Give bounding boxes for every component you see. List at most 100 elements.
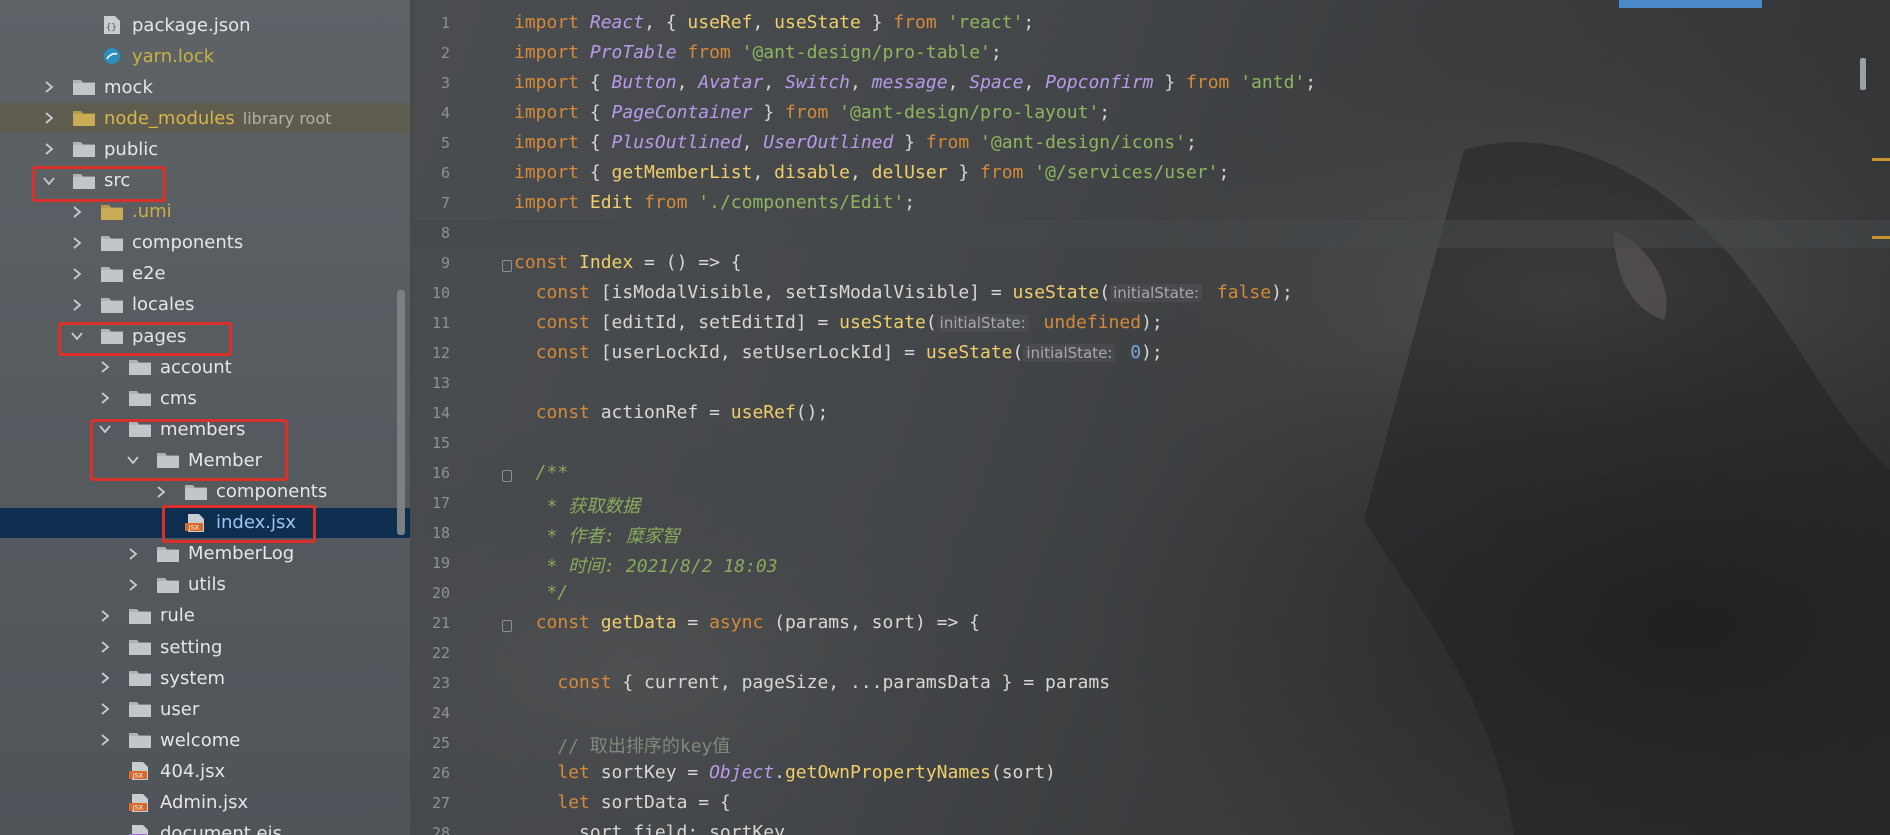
code-line[interactable]: let sortKey = Object.getOwnPropertyNames…: [514, 762, 1056, 783]
code-line[interactable]: const Index = () => {: [514, 252, 742, 273]
line-number-gutter: 1 2 3 4 5 6 7 8 9 10 11 12 13 14 15 16 17 18 19 20 21 22 23 24 2…: [414, 0, 512, 835]
tree-item-locales[interactable]: locales: [0, 290, 410, 320]
tree-item-components[interactable]: components: [0, 228, 410, 258]
svg-text:JSX: JSX: [132, 803, 144, 811]
line-number: 11: [431, 314, 450, 332]
code-line[interactable]: import { PageContainer } from '@ant-desi…: [514, 102, 1110, 123]
code-line[interactable]: // 取出排序的key值: [514, 732, 730, 758]
error-stripe-mark[interactable]: [1872, 236, 1890, 239]
code-line[interactable]: const [editId, setEditId] = useState(ini…: [514, 312, 1163, 333]
code-line[interactable]: import ProTable from '@ant-design/pro-ta…: [514, 42, 1002, 63]
chevron-right-icon[interactable]: [96, 700, 114, 718]
fold-marker-icon[interactable]: [502, 620, 512, 632]
tree-item-label: mock: [104, 76, 153, 98]
tree-item-label: node_modules: [104, 107, 235, 129]
chevron-right-icon[interactable]: [68, 203, 86, 221]
code-line[interactable]: const { current, pageSize, ...paramsData…: [514, 672, 1110, 693]
code-editor[interactable]: 1 2 3 4 5 6 7 8 9 10 11 12 13 14 15 16 17 18 19 20 21 22 23 24 2…: [414, 0, 1890, 835]
tree-item-rule[interactable]: rule: [0, 601, 410, 631]
svg-text:{}: {}: [106, 23, 117, 33]
chevron-right-icon[interactable]: [96, 607, 114, 625]
tree-item-document-ejs[interactable]: document.ejs: [0, 819, 410, 835]
tree-item-label: user: [160, 698, 200, 720]
current-line-highlight: [414, 220, 1890, 248]
active-tab-indicator[interactable]: [1619, 0, 1762, 8]
chevron-right-icon[interactable]: [152, 483, 170, 501]
tree-item-account[interactable]: account: [0, 352, 410, 382]
code-line[interactable]: * 作者: 糜家智: [514, 522, 680, 548]
tree-item-welcome[interactable]: welcome: [0, 725, 410, 755]
json-file-icon: {}: [100, 15, 124, 35]
tree-item-404-jsx[interactable]: JSX 404.jsx: [0, 756, 410, 786]
line-number: 18: [431, 524, 450, 542]
tree-item-components[interactable]: components: [0, 477, 410, 507]
fold-marker-icon[interactable]: [502, 470, 512, 482]
tree-item-user[interactable]: user: [0, 694, 410, 724]
line-number: 9: [440, 254, 450, 272]
tree-item-e2e[interactable]: e2e: [0, 259, 410, 289]
tree-item-node-modules[interactable]: node_modules library root: [0, 103, 410, 134]
fold-marker-icon[interactable]: [502, 260, 512, 272]
code-line[interactable]: * 时间: 2021/8/2 18:03: [514, 552, 778, 578]
folder-icon: [156, 575, 180, 595]
code-line[interactable]: import Edit from './components/Edit';: [514, 192, 915, 213]
chevron-right-icon[interactable]: [124, 545, 142, 563]
line-number: 16: [431, 464, 450, 482]
code-line[interactable]: import { getMemberList, disable, delUser…: [514, 162, 1229, 183]
code-line[interactable]: /**: [514, 462, 569, 483]
editor-scrollbar[interactable]: [1860, 58, 1866, 90]
tree-item-label: locales: [132, 294, 195, 316]
tree-item-utils[interactable]: utils: [0, 570, 410, 600]
code-line[interactable]: let sortData = {: [514, 792, 730, 813]
error-stripe-mark[interactable]: [1872, 158, 1890, 161]
code-line[interactable]: * 获取数据: [514, 492, 641, 518]
chevron-right-icon[interactable]: [124, 576, 142, 594]
tree-item-memberlog[interactable]: MemberLog: [0, 539, 410, 569]
code-line[interactable]: sort_field: sortKey,: [514, 822, 796, 835]
jsx-file-icon: JSX: [128, 793, 152, 813]
chevron-right-icon[interactable]: [68, 265, 86, 283]
line-number: 20: [431, 584, 450, 602]
folder-icon: [128, 388, 152, 408]
folder-icon: [128, 357, 152, 377]
chevron-right-icon[interactable]: [96, 358, 114, 376]
code-line[interactable]: import { PlusOutlined, UserOutlined } fr…: [514, 132, 1197, 153]
code-line[interactable]: const [isModalVisible, setIsModalVisible…: [514, 282, 1293, 303]
line-number: 12: [431, 344, 450, 362]
tree-item-cms[interactable]: cms: [0, 383, 410, 413]
tree-item-admin-jsx[interactable]: JSX Admin.jsx: [0, 788, 410, 818]
chevron-right-icon[interactable]: [40, 140, 58, 158]
inlay-hint: initialState:: [936, 314, 1029, 332]
chevron-right-icon[interactable]: [96, 731, 114, 749]
chevron-right-icon[interactable]: [96, 389, 114, 407]
tree-item-label: package.json: [132, 14, 251, 36]
folder-icon: [184, 482, 208, 502]
code-line[interactable]: */: [514, 582, 569, 603]
jsx-file-icon: JSX: [128, 761, 152, 781]
code-line[interactable]: import React, { useRef, useState } from …: [514, 12, 1034, 33]
code-line[interactable]: const [userLockId, setUserLockId] = useS…: [514, 342, 1163, 363]
line-number: 5: [440, 134, 450, 152]
chevron-right-icon[interactable]: [96, 638, 114, 656]
tree-item-setting[interactable]: setting: [0, 632, 410, 662]
tree-item-mock[interactable]: mock: [0, 72, 410, 102]
code-line[interactable]: const getData = async (params, sort) => …: [514, 612, 980, 633]
tree-scrollbar[interactable]: [397, 290, 405, 535]
chevron-right-icon[interactable]: [40, 78, 58, 96]
line-number: 10: [431, 284, 450, 302]
folder-icon: [128, 699, 152, 719]
tree-item-package-json[interactable]: {} package.json: [0, 10, 410, 40]
line-number: 6: [440, 164, 450, 182]
chevron-right-icon[interactable]: [68, 234, 86, 252]
chevron-right-icon[interactable]: [68, 296, 86, 314]
tree-item-public[interactable]: public: [0, 134, 410, 164]
annotation-box-src: [32, 166, 166, 202]
folder-icon: [72, 139, 96, 159]
code-line[interactable]: import { Button, Avatar, Switch, message…: [514, 72, 1316, 93]
tree-item-label: setting: [160, 636, 223, 658]
tree-item-yarn-lock[interactable]: yarn.lock: [0, 41, 410, 71]
tree-item-system[interactable]: system: [0, 663, 410, 693]
code-line[interactable]: const actionRef = useRef();: [514, 402, 829, 423]
chevron-right-icon[interactable]: [40, 109, 58, 127]
chevron-right-icon[interactable]: [96, 669, 114, 687]
